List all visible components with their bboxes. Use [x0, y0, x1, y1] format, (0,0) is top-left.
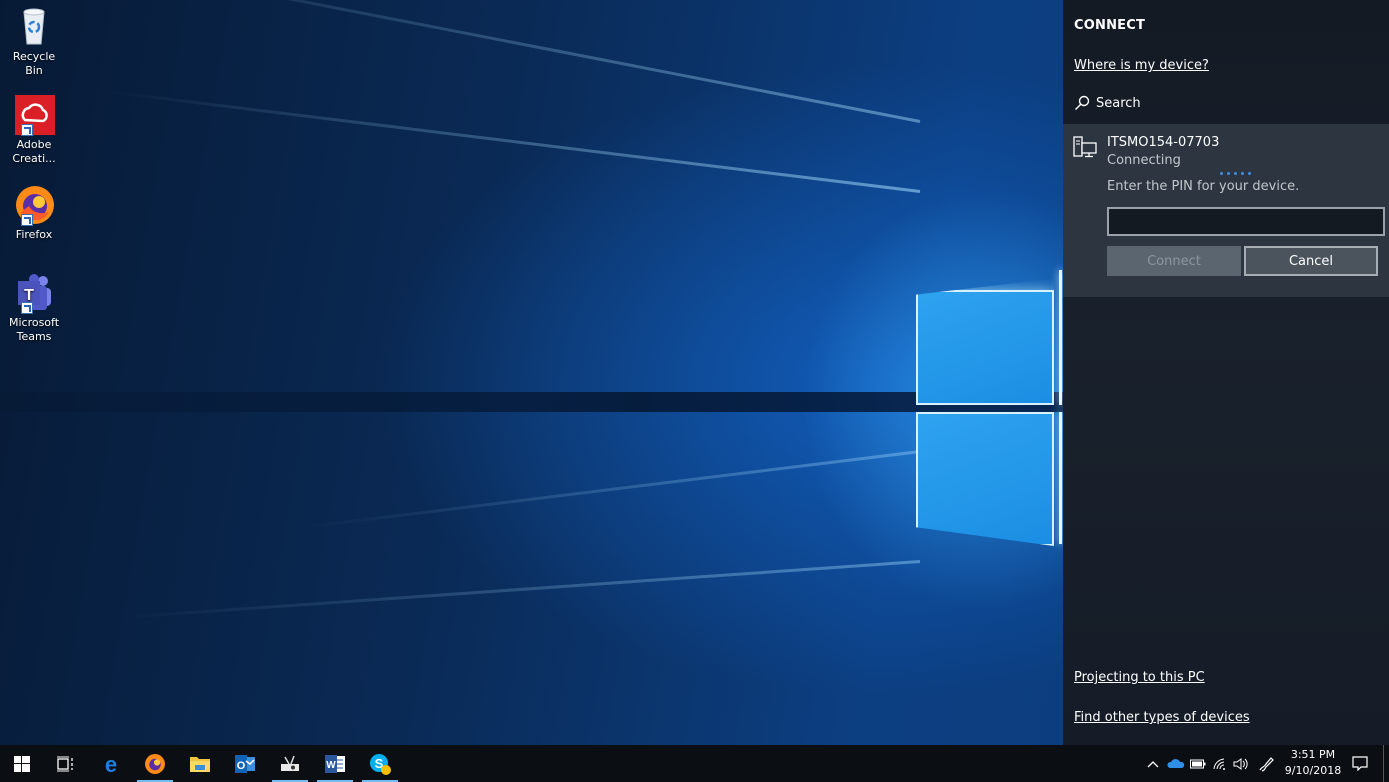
firefox-icon — [13, 184, 55, 226]
device-computer-icon — [1073, 136, 1097, 158]
wallpaper-logo-pane — [916, 290, 1054, 405]
desktop-icon-label: Microsoft Teams — [8, 316, 60, 343]
wallpaper-logo-edge — [1059, 412, 1062, 544]
clock[interactable]: 3:51 PM 9/10/2018 — [1280, 747, 1346, 779]
pin-input[interactable] — [1107, 207, 1385, 236]
svg-text:O: O — [237, 760, 246, 772]
network-tray-button[interactable] — [1210, 745, 1230, 782]
desktop-icon-adobe-creative-cloud[interactable]: Adobe Creati... — [4, 94, 64, 166]
volume-icon — [1233, 757, 1248, 770]
show-desktop-button[interactable] — [1383, 745, 1384, 782]
desktop-icon-label: Adobe Creati... — [12, 138, 56, 165]
connect-panel: CONNECT Where is my device? Search ITSMO… — [1063, 0, 1389, 745]
pin-prompt: Enter the PIN for your device. — [1107, 179, 1300, 194]
device-item[interactable]: ITSMO154-07703 Connecting Enter the PIN … — [1063, 124, 1389, 297]
desktop-icon-firefox[interactable]: Firefox — [4, 184, 64, 242]
wifi-icon — [1213, 758, 1225, 770]
action-center-button[interactable] — [1346, 745, 1374, 782]
clock-date: 9/10/2018 — [1284, 764, 1342, 777]
wallpaper-logo-edge — [1059, 270, 1062, 405]
start-button[interactable] — [0, 745, 44, 782]
clock-time: 3:51 PM — [1290, 748, 1336, 761]
projector-icon — [281, 755, 299, 771]
recycle-bin-icon — [13, 6, 55, 48]
task-view-button[interactable] — [44, 745, 88, 782]
task-view-icon — [57, 756, 73, 771]
taskbar-edge[interactable]: e — [89, 745, 133, 782]
edge-icon: e — [105, 753, 117, 775]
svg-text:e: e — [105, 753, 117, 775]
device-status: Connecting — [1107, 153, 1181, 168]
microsoft-teams-icon: T — [13, 272, 55, 314]
connect-button[interactable]: Connect — [1107, 246, 1241, 276]
word-icon: W — [325, 754, 345, 773]
battery-tray-button[interactable] — [1188, 745, 1208, 782]
search-button[interactable]: Search — [1074, 95, 1141, 111]
taskbar-projector-app[interactable] — [268, 745, 312, 782]
taskbar-firefox[interactable] — [133, 745, 177, 782]
panel-title: CONNECT — [1074, 18, 1146, 33]
desktop-icon-microsoft-teams[interactable]: T Microsoft Teams — [4, 272, 64, 344]
chevron-up-icon — [1147, 760, 1159, 767]
wallpaper-beam — [105, 90, 921, 193]
windows-start-icon — [14, 755, 30, 772]
wallpaper-logo-pane — [916, 412, 1054, 546]
pen-workspace-button[interactable] — [1256, 745, 1276, 782]
progress-dots — [1220, 172, 1251, 175]
taskbar-word[interactable]: W — [313, 745, 357, 782]
adobe-creative-cloud-icon — [13, 94, 55, 136]
volume-tray-button[interactable] — [1231, 745, 1251, 782]
onedrive-tray-button[interactable] — [1165, 745, 1187, 782]
svg-text:W: W — [326, 760, 336, 771]
projecting-to-this-pc-link[interactable]: Projecting to this PC — [1074, 670, 1205, 685]
taskbar-skype[interactable]: S — [358, 745, 402, 782]
taskbar: e O W S 3:51 PM 9/10/2018 — [0, 745, 1389, 782]
search-icon — [1075, 95, 1090, 110]
desktop-icon-recycle-bin[interactable]: Recycle Bin — [4, 6, 64, 78]
skype-icon: S — [370, 753, 391, 775]
search-label: Search — [1096, 95, 1141, 111]
wallpaper-horizon — [0, 392, 1063, 412]
onedrive-cloud-icon — [1167, 759, 1185, 768]
cancel-button[interactable]: Cancel — [1244, 246, 1378, 276]
find-other-devices-link[interactable]: Find other types of devices — [1074, 710, 1250, 725]
device-name: ITSMO154-07703 — [1107, 135, 1220, 150]
wallpaper-beam — [304, 450, 921, 529]
notification-icon — [1352, 756, 1368, 771]
shortcut-arrow-icon — [21, 214, 33, 226]
taskbar-file-explorer[interactable] — [178, 745, 222, 782]
folder-icon — [190, 756, 210, 772]
where-is-my-device-link[interactable]: Where is my device? — [1074, 58, 1209, 73]
shortcut-arrow-icon — [21, 302, 33, 314]
outlook-icon: O — [235, 754, 255, 773]
shortcut-arrow-icon — [21, 124, 33, 136]
pen-icon — [1259, 756, 1274, 772]
desktop-icon-label: Firefox — [15, 228, 53, 241]
wallpaper-beam — [121, 560, 921, 619]
taskbar-outlook[interactable]: O — [223, 745, 267, 782]
battery-icon — [1190, 759, 1206, 768]
desktop-icon-label: Recycle Bin — [12, 50, 56, 77]
firefox-icon — [145, 753, 165, 774]
show-hidden-icons-button[interactable] — [1144, 745, 1162, 782]
